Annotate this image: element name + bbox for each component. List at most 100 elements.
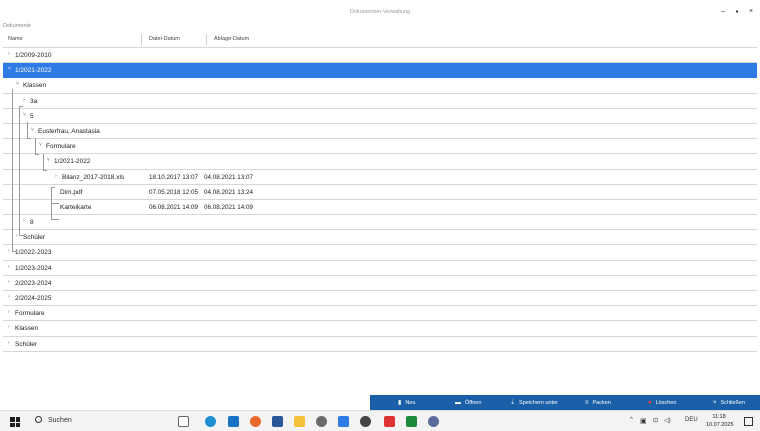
word-app-icon[interactable] — [338, 416, 349, 427]
tree-connector-line — [12, 89, 13, 252]
chevron-right-icon[interactable]: › — [23, 97, 25, 103]
speichern-unter-button[interactable]: ⇣ Speichern unter — [510, 395, 558, 410]
tree-row[interactable]: › 2/2023-2024 — [3, 276, 757, 291]
edge-browser-icon[interactable] — [205, 416, 216, 427]
file-explorer-icon[interactable] — [294, 416, 305, 427]
tree-connector-line — [43, 170, 47, 172]
löschen-button[interactable]: ● Löschen — [648, 395, 676, 410]
column-divider[interactable] — [206, 34, 207, 45]
action-label: Löschen — [655, 399, 677, 406]
chevron-right-icon[interactable]: › — [8, 309, 10, 315]
taskbar-search[interactable]: Suchen — [35, 416, 72, 424]
chevron-down-icon[interactable]: ˅ — [16, 81, 19, 87]
tree-row[interactable]: Dim.pdf 07.05.2018 12:05 04.08.2021 13:24 — [3, 185, 757, 200]
chevron-right-icon[interactable]: › — [8, 294, 10, 300]
tree-row[interactable]: Karteikarte 06.08.2021 14:09 06.08.2021 14… — [3, 200, 757, 216]
neu-button[interactable]: ▮ Neu — [398, 395, 415, 410]
taskbar-search-label: Suchen — [48, 417, 72, 424]
windows-start-icon[interactable] — [10, 417, 20, 427]
chevron-right-icon[interactable]: › — [8, 248, 10, 254]
minimize-button[interactable]: – — [717, 6, 729, 18]
chrome-browser-icon[interactable] — [250, 416, 261, 427]
column-header-file-date[interactable]: Datei-Datum — [149, 36, 180, 42]
chevron-down-icon[interactable]: ˅ — [31, 127, 34, 133]
tree-row-label: 2/2024-2025 — [15, 295, 52, 302]
tree-row-label: Klassen — [23, 82, 47, 90]
tree-row-label: Schüler — [15, 340, 38, 348]
tree-row[interactable]: › Formulare — [3, 306, 757, 322]
chevron-right-icon[interactable]: › — [23, 218, 25, 224]
action-label: Packen — [592, 399, 611, 406]
file-date-cell: 18.10.2017 13:07 — [149, 173, 199, 181]
window-title: Dokumenten-Verwaltung — [349, 9, 411, 15]
chevron-down-icon[interactable]: ˅ — [23, 112, 26, 118]
task-view-icon[interactable] — [178, 416, 189, 427]
tree-row[interactable]: › Bilanz_2017-2018.xls 18.10.2017 13:07 04.… — [3, 170, 757, 185]
chevron-right-icon[interactable]: › — [16, 233, 18, 239]
active-app-icon[interactable] — [360, 416, 371, 427]
filing-date-cell: 06.08.2021 14:09 — [204, 203, 254, 211]
chevron-right-icon[interactable]: › — [8, 51, 10, 57]
tray-app-icon[interactable]: ▣ — [640, 417, 647, 425]
tree-row[interactable]: › Schüler — [3, 337, 757, 352]
tree-row[interactable]: › 1/2023-2024 — [3, 261, 757, 276]
chevron-right-icon[interactable]: › — [8, 340, 10, 346]
action-label: Schließen — [720, 399, 745, 406]
schließen-button[interactable]: × Schließen — [713, 395, 745, 410]
chevron-right-icon[interactable]: › — [55, 173, 57, 179]
windows-taskbar: Suchen ^ ▣ ⊡ ◁) DEU 11:18 10.07.2025 — [0, 410, 760, 431]
tree-row[interactable]: › 1/2022-2023 — [3, 245, 757, 261]
clock-date: 10.07.2025 — [706, 422, 734, 428]
maximize-button[interactable]: ▪ — [731, 6, 743, 18]
packen-button[interactable]: ≡ Packen — [585, 395, 611, 410]
column-header-name[interactable]: Name — [8, 36, 23, 42]
speaker-icon[interactable]: ◁) — [664, 417, 671, 424]
tree-row-label: 2/2023-2024 — [15, 279, 52, 287]
chevron-down-icon[interactable]: ˅ — [8, 66, 11, 72]
öffnen-button[interactable]: ▬ Öffnen — [455, 395, 481, 410]
chevron-down-icon[interactable]: ˅ — [47, 157, 50, 163]
chevron-right-icon[interactable]: › — [8, 264, 10, 270]
window-titlebar: Dokumenten-Verwaltung – ▪ × — [0, 0, 760, 24]
tree-row[interactable]: ˅ Eusterfrau, Anastasia — [3, 124, 757, 140]
chevron-right-icon[interactable]: › — [8, 279, 10, 285]
search-icon — [35, 416, 42, 423]
tree-row[interactable]: › Klassen — [3, 321, 757, 337]
calendar-icon[interactable] — [272, 416, 283, 427]
column-divider[interactable] — [141, 34, 142, 45]
close-window-button[interactable]: × — [745, 6, 757, 18]
network-icon[interactable]: ⊡ — [653, 417, 658, 424]
app-icon[interactable] — [428, 416, 439, 427]
app-icon[interactable] — [384, 416, 395, 427]
tree-row[interactable]: › 2/2024-2025 — [3, 291, 757, 307]
tree-row[interactable]: › 1/2009-2010 — [3, 48, 757, 64]
language-indicator[interactable]: DEU — [685, 417, 698, 423]
column-header-filing-date[interactable]: Ablage-Datum — [214, 36, 249, 42]
tree-row-label: Bilanz_2017-2018.xls — [62, 173, 125, 181]
tree-connector-line — [43, 154, 44, 171]
tree-row[interactable]: › 8 — [3, 215, 757, 231]
tree-row[interactable]: › Schüler — [3, 230, 757, 246]
tree-connector-line — [19, 105, 23, 107]
action-bar: ▮ Neu ▬ Öffnen ⇣ Speichern unter ≡ Packen ● Lösch… — [370, 395, 760, 410]
tree-row[interactable]: ˅ 1/2021-2022 — [3, 154, 757, 170]
chevron-down-icon[interactable]: ˅ — [39, 142, 42, 148]
tree-connector-line — [19, 235, 23, 237]
notification-icon[interactable] — [744, 417, 753, 426]
chevron-right-icon[interactable]: › — [8, 324, 10, 330]
file-date-cell: 07.05.2018 12:05 — [149, 188, 199, 196]
store-icon[interactable] — [228, 416, 239, 427]
tree-row[interactable]: ˅ Formulare — [3, 139, 757, 155]
tree-row[interactable]: ˅ 1/2021-2022 — [3, 63, 757, 79]
tree-row[interactable]: › 3a — [3, 94, 757, 109]
tree-row[interactable]: ˅ Klassen — [3, 78, 757, 94]
taskbar-clock[interactable]: 11:18 10.07.2025 — [706, 413, 734, 429]
document-tree: Name Datei-Datum Ablage-Datum › 1/2009-20… — [3, 31, 757, 352]
tree-row[interactable]: ˅ 5 — [3, 109, 757, 124]
tree-connector-line — [19, 105, 20, 236]
chevron-up-icon[interactable]: ^ — [630, 417, 633, 423]
tree-row-label: Klassen — [15, 325, 39, 333]
excel-app-icon[interactable] — [406, 416, 417, 427]
settings-app-icon[interactable] — [316, 416, 327, 427]
tree-row-label: Formulare — [46, 143, 76, 151]
